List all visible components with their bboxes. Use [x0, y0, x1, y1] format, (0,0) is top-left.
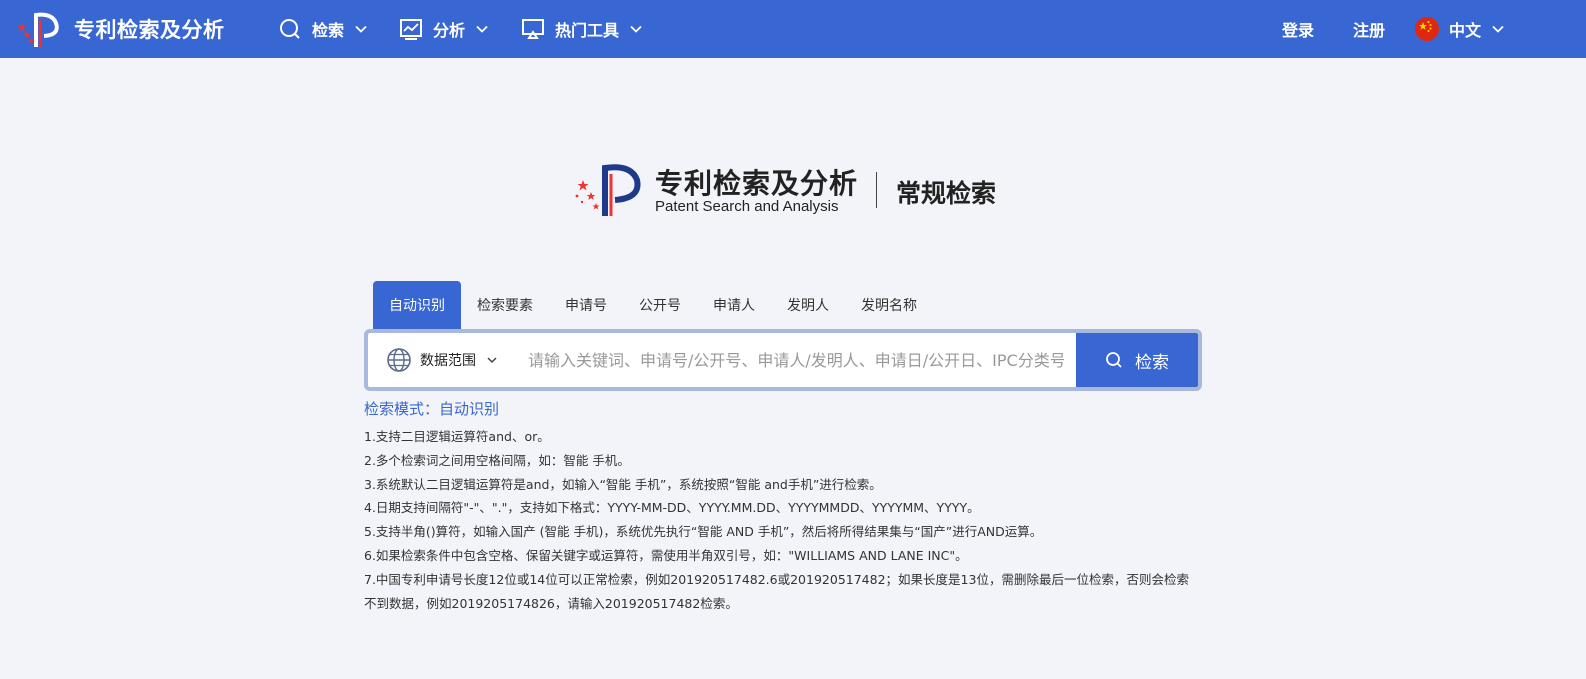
rule-item: 1.支持二目逻辑运算符and、or。 [364, 429, 550, 444]
chevron-down-icon [487, 357, 497, 364]
register-link[interactable]: 注册 [1353, 14, 1385, 44]
nav-analysis[interactable]: 分析 [399, 14, 489, 44]
patent-logo-icon [575, 164, 641, 216]
search-icon [280, 19, 300, 39]
nav-search[interactable]: 检索 [278, 14, 368, 44]
rule-item: 6.如果检索条件中包含空格、保留关键字或运算符，需使用半角双引号，如："WILL… [364, 547, 968, 563]
search-input[interactable] [514, 333, 1076, 387]
search-mode-line: 检索模式：自动识别 [364, 400, 500, 418]
china-flag-icon [1415, 17, 1439, 41]
brand-title: 专利检索及分析 [74, 18, 225, 42]
chevron-down-icon [630, 25, 642, 33]
search-type-tabs: 自动识别 检索要素 申请号 公开号 申请人 发明人 发明名称 [373, 281, 933, 329]
hero-title-cn: 专利检索及分析 [655, 167, 859, 200]
tab-inventor[interactable]: 发明人 [771, 281, 845, 329]
search-mode-title: 常规检索 [896, 179, 997, 208]
chevron-down-icon [355, 25, 367, 33]
search-rules-list: 1.支持二目逻辑运算符and、or。 2.多个检索词之间用空格间隔，如：智能 手… [364, 425, 1204, 615]
tab-applicant[interactable]: 申请人 [697, 281, 771, 329]
tab-search-elements[interactable]: 检索要素 [461, 281, 549, 329]
tab-auto-detect[interactable]: 自动识别 [373, 281, 461, 329]
language-selector[interactable]: 中文 [1415, 14, 1505, 44]
nav-hot-tools[interactable]: 热门工具 [521, 14, 643, 44]
monitor-icon [522, 19, 544, 39]
rule-item: 2.多个检索词之间用空格间隔，如：智能 手机。 [364, 452, 630, 468]
nav-analysis-label: 分析 [433, 21, 466, 40]
chart-icon [400, 19, 422, 40]
rule-item: 3.系统默认二目逻辑运算符是and，如输入“智能 手机”，系统按照“智能 and… [364, 476, 882, 492]
hero-title: 专利检索及分析 Patent Search and Analysis 常规检索 [573, 160, 1013, 220]
brand[interactable]: 专利检索及分析 [16, 8, 225, 50]
patent-logo-icon [17, 12, 59, 47]
search-button-label: 检索 [1135, 352, 1169, 373]
language-label: 中文 [1449, 21, 1482, 40]
rule-item: 不到数据，例如2019205174826，请输入201920517482检索。 [364, 595, 738, 611]
chevron-down-icon [476, 25, 488, 33]
tab-invention-title[interactable]: 发明名称 [845, 281, 933, 329]
tab-publication-number[interactable]: 公开号 [623, 281, 697, 329]
rule-item: 7.中国专利申请号长度12位或14位可以正常检索，例如201920517482.… [364, 571, 1189, 587]
rule-item: 5.支持半角()算符，如输入国产 (智能 手机)，系统优先执行“智能 AND 手… [364, 524, 1043, 540]
search-button[interactable]: 检索 [1076, 333, 1198, 387]
rule-item: 4.日期支持间隔符"-"、"."，支持如下格式：YYYY-MM-DD、YYYY.… [364, 500, 980, 516]
nav-hot-tools-label: 热门工具 [555, 21, 620, 40]
hero-title-en: Patent Search and Analysis [655, 198, 839, 215]
search-box: 数据范围 检索 [364, 329, 1202, 391]
globe-icon [387, 348, 411, 372]
tab-application-number[interactable]: 申请号 [549, 281, 623, 329]
data-scope-dropdown[interactable]: 数据范围 [368, 333, 514, 387]
top-navbar: 专利检索及分析 检索 分析 热门工具 登录 注册 中文 [0, 0, 1586, 58]
search-icon [1106, 352, 1122, 368]
data-scope-label: 数据范围 [420, 353, 476, 369]
nav-search-label: 检索 [312, 21, 345, 40]
login-link[interactable]: 登录 [1282, 14, 1314, 44]
hero-divider [876, 172, 877, 208]
chevron-down-icon [1492, 25, 1504, 33]
